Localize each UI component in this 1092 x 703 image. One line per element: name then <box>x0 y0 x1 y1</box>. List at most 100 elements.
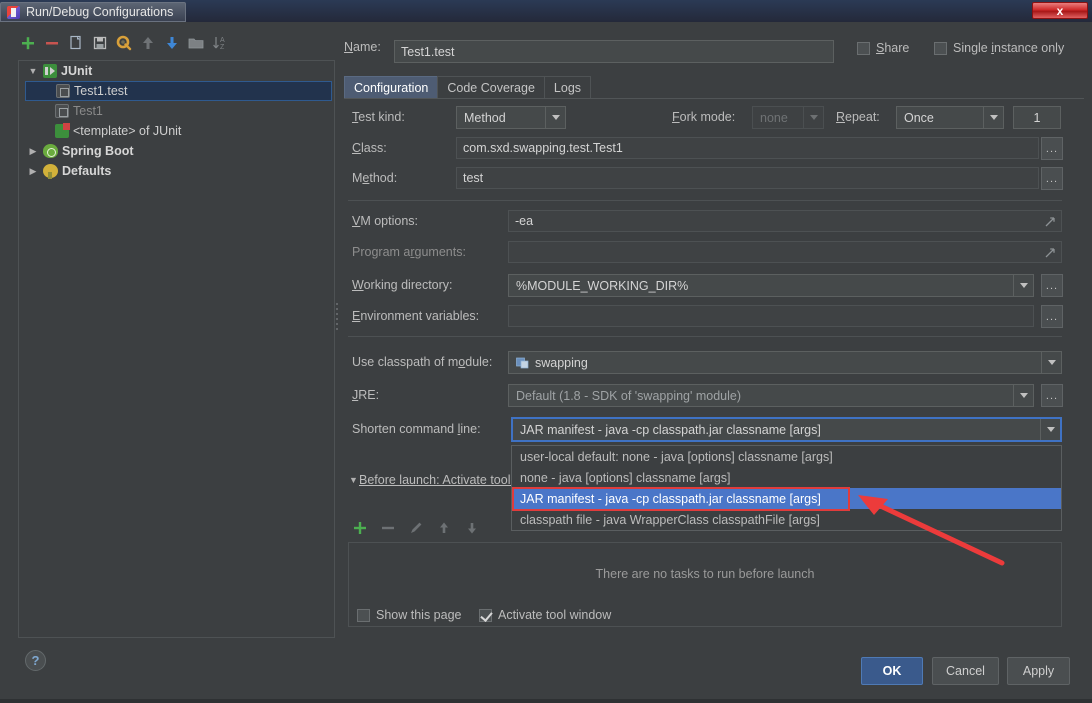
fork-mode-label: Fork mode: <box>672 110 735 124</box>
name-input-value: Test1.test <box>401 45 455 59</box>
vm-options-value: -ea <box>515 214 533 228</box>
tab-logs[interactable]: Logs <box>544 76 591 99</box>
expand-icon[interactable] <box>1044 247 1056 259</box>
repeat-combo[interactable]: Once <box>896 106 1004 129</box>
configuration-editor-panel: NName:ame: Test1.test Share Single insta… <box>344 30 1084 638</box>
single-instance-checkbox-row[interactable]: Single instance only <box>934 41 1064 55</box>
use-classpath-combo[interactable]: swapping <box>508 351 1062 374</box>
dropdown-option-none[interactable]: none - java [options] classname [args] <box>512 467 1061 488</box>
add-task-icon[interactable] <box>352 520 368 536</box>
remove-icon[interactable] <box>42 33 62 53</box>
chevron-right-icon[interactable]: ▶ <box>27 166 39 177</box>
save-icon[interactable] <box>90 33 110 53</box>
tree-node-junit[interactable]: ▼ JUnit <box>19 61 334 81</box>
working-directory-label-row: Working directory: <box>352 278 453 292</box>
chevron-down-icon[interactable] <box>545 107 565 128</box>
tree-node-label: Defaults <box>62 164 111 178</box>
use-classpath-value: swapping <box>535 356 588 370</box>
program-arguments-input[interactable] <box>508 241 1062 263</box>
program-arguments-label-row: Program arguments: <box>352 245 466 259</box>
environment-variables-label-row: Environment variables: <box>352 309 479 323</box>
folder-icon[interactable] <box>186 33 206 53</box>
repeat-value: Once <box>904 111 934 125</box>
cancel-button[interactable]: Cancel <box>932 657 999 685</box>
chevron-down-icon[interactable] <box>983 107 1003 128</box>
name-input[interactable]: Test1.test <box>394 40 834 63</box>
copy-icon[interactable] <box>66 33 86 53</box>
test-kind-label: Test kind: <box>352 110 405 124</box>
edit-templates-icon[interactable] <box>114 33 134 53</box>
configurations-tree[interactable]: ▼ JUnit Test1.test Test1 <template> of J… <box>18 60 335 638</box>
tree-node-test1[interactable]: Test1 <box>19 101 334 121</box>
share-checkbox-row[interactable]: Share <box>857 41 909 55</box>
add-icon[interactable] <box>18 33 38 53</box>
tree-node-label: Test1 <box>73 104 103 118</box>
tree-node-defaults[interactable]: ▶ Defaults <box>19 161 334 181</box>
section-divider-2 <box>348 336 1062 337</box>
environment-variables-input[interactable] <box>508 305 1034 327</box>
class-browse-button[interactable]: ... <box>1041 137 1063 160</box>
chevron-down-icon[interactable] <box>1041 352 1061 373</box>
panel-splitter[interactable] <box>334 300 339 342</box>
tree-node-label: Spring Boot <box>62 144 134 158</box>
apply-button[interactable]: Apply <box>1007 657 1070 685</box>
show-this-page-checkbox[interactable] <box>357 609 370 622</box>
title-bar-tab: Run/Debug Configurations <box>0 2 186 22</box>
editor-tabs[interactable]: Configuration Code Coverage Logs <box>344 75 590 99</box>
show-this-page-row[interactable]: Show this page <box>357 608 461 622</box>
name-label: NName:ame: <box>344 40 381 54</box>
jre-combo[interactable]: Default (1.8 - SDK of 'swapping' module) <box>508 384 1034 407</box>
window-title: Run/Debug Configurations <box>26 5 173 19</box>
help-button[interactable]: ? <box>25 650 46 671</box>
tab-underline <box>344 98 1084 99</box>
vm-options-input[interactable]: -ea <box>508 210 1062 232</box>
tree-node-spring-boot[interactable]: ▶ Spring Boot <box>19 141 334 161</box>
activate-tool-window-row[interactable]: Activate tool window <box>479 608 611 622</box>
move-up-icon <box>138 33 158 53</box>
dropdown-option-user-local-default[interactable]: user-local default: none - java [options… <box>512 446 1061 467</box>
chevron-right-icon[interactable]: ▶ <box>27 146 39 157</box>
ok-button[interactable]: OK <box>861 657 923 685</box>
sort-icon: AZ <box>210 33 230 53</box>
share-checkbox[interactable] <box>857 42 870 55</box>
class-value: com.sxd.swapping.test.Test1 <box>463 141 623 155</box>
shorten-command-line-combo[interactable]: JAR manifest - java -cp classpath.jar cl… <box>511 417 1062 442</box>
edit-task-icon <box>408 520 424 536</box>
configurations-toolbar: AZ <box>10 30 335 56</box>
method-label: Method: <box>352 171 397 185</box>
chevron-down-icon[interactable] <box>1040 419 1060 440</box>
repeat-count-input[interactable]: 1 <box>1013 106 1061 129</box>
test-kind-combo[interactable]: Method <box>456 106 566 129</box>
shorten-command-line-label-row: Shorten command line: <box>352 422 481 436</box>
ellipsis-icon: ... <box>1046 390 1058 402</box>
dropdown-option-jar-manifest[interactable]: JAR manifest - java -cp classpath.jar cl… <box>512 488 1061 509</box>
chevron-down-icon[interactable]: ▼ <box>27 66 39 76</box>
fork-mode-label-row: Fork mode: <box>672 110 735 124</box>
tab-configuration[interactable]: Configuration <box>344 76 438 99</box>
module-icon <box>516 356 529 369</box>
method-browse-button[interactable]: ... <box>1041 167 1063 190</box>
chevron-down-icon[interactable] <box>1013 385 1033 406</box>
shorten-command-line-dropdown[interactable]: user-local default: none - java [options… <box>511 445 1062 531</box>
expand-icon[interactable] <box>1044 216 1056 228</box>
method-input[interactable]: test <box>456 167 1039 189</box>
tree-node-template-of-junit[interactable]: <template> of JUnit <box>19 121 334 141</box>
move-down-icon[interactable] <box>162 33 182 53</box>
single-instance-checkbox[interactable] <box>934 42 947 55</box>
chevron-down-icon[interactable] <box>1013 275 1033 296</box>
tab-code-coverage[interactable]: Code Coverage <box>437 76 545 99</box>
repeat-label-row: Repeat: <box>836 110 880 124</box>
jre-browse-button[interactable]: ... <box>1041 384 1063 407</box>
chevron-down-icon[interactable]: ▼ <box>348 475 359 485</box>
environment-variables-browse-button[interactable]: ... <box>1041 305 1063 328</box>
dropdown-option-classpath-file[interactable]: classpath file - java WrapperClass class… <box>512 509 1061 530</box>
before-launch-toolbar <box>352 520 480 536</box>
tree-node-test1-test[interactable]: Test1.test <box>25 81 332 101</box>
activate-tool-window-checkbox[interactable] <box>479 609 492 622</box>
configurations-left-panel: AZ ▼ JUnit Test1.test Test1 <template> o… <box>10 30 335 638</box>
class-label: Class: <box>352 141 387 155</box>
working-directory-combo[interactable]: %MODULE_WORKING_DIR% <box>508 274 1034 297</box>
class-input[interactable]: com.sxd.swapping.test.Test1 <box>456 137 1039 159</box>
close-icon[interactable]: x <box>1032 2 1088 19</box>
working-directory-browse-button[interactable]: ... <box>1041 274 1063 297</box>
